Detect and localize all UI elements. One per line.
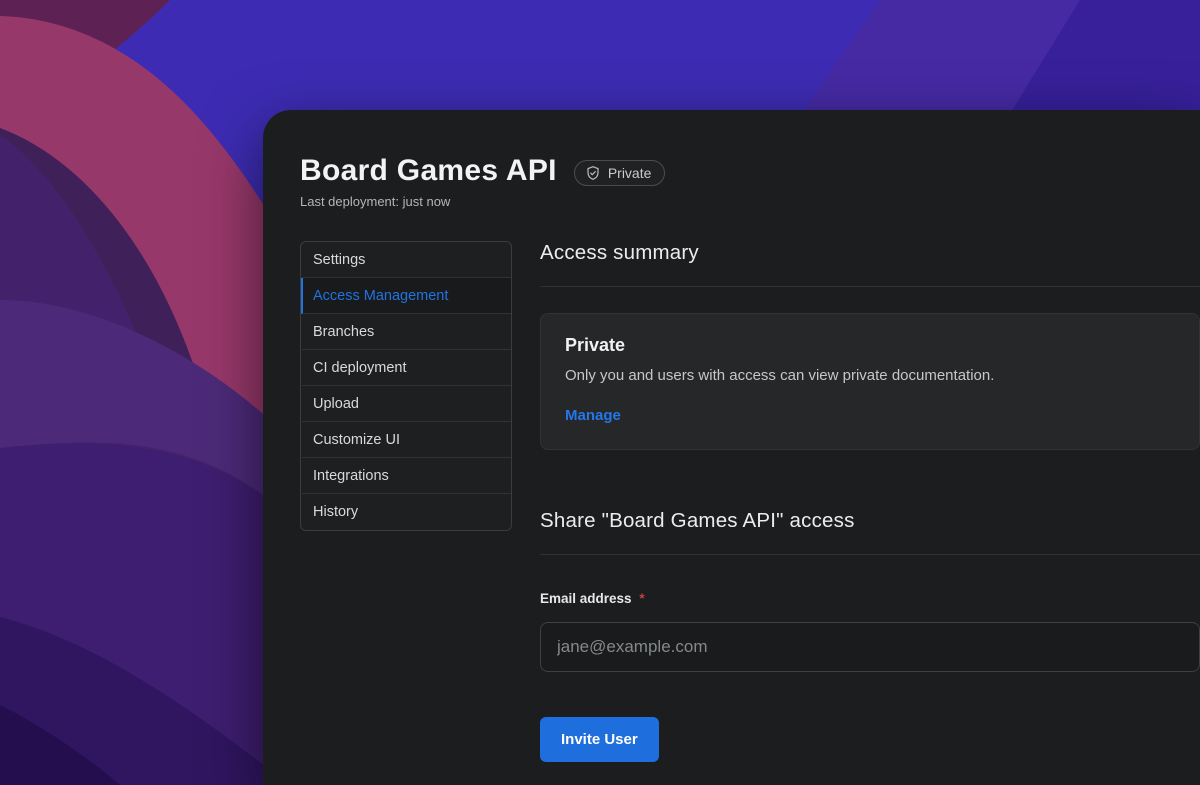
sidebar-item-branches[interactable]: Branches <box>301 314 511 350</box>
sidebar-item-settings[interactable]: Settings <box>301 242 511 278</box>
content-area: Settings Access Management Branches CI d… <box>300 241 1200 762</box>
email-label-row: Email address * <box>540 591 1200 606</box>
sidebar-item-access-management[interactable]: Access Management <box>301 278 511 314</box>
app-window: Board Games API Private Last deployment:… <box>263 110 1200 785</box>
sidebar-item-history[interactable]: History <box>301 494 511 530</box>
share-access-heading: Share "Board Games API" access <box>540 509 1200 533</box>
manage-link[interactable]: Manage <box>565 407 621 424</box>
settings-sidebar: Settings Access Management Branches CI d… <box>300 241 512 531</box>
sidebar-item-upload[interactable]: Upload <box>301 386 511 422</box>
email-field[interactable] <box>540 622 1200 672</box>
required-asterisk: * <box>639 591 644 606</box>
sidebar-item-ci-deployment[interactable]: CI deployment <box>301 350 511 386</box>
divider <box>540 286 1200 287</box>
invite-user-button[interactable]: Invite User <box>540 717 659 762</box>
last-deployment-text: Last deployment: just now <box>300 194 1200 209</box>
window-header: Board Games API Private <box>300 154 1200 188</box>
card-description: Only you and users with access can view … <box>565 367 1175 384</box>
badge-label: Private <box>608 165 652 181</box>
shield-check-icon <box>585 165 601 181</box>
main-panel: Access summary Private Only you and user… <box>540 241 1200 762</box>
sidebar-item-customize-ui[interactable]: Customize UI <box>301 422 511 458</box>
email-label: Email address <box>540 591 632 606</box>
card-title: Private <box>565 335 1175 356</box>
divider <box>540 554 1200 555</box>
sidebar-item-integrations[interactable]: Integrations <box>301 458 511 494</box>
private-access-card: Private Only you and users with access c… <box>540 313 1200 450</box>
access-summary-heading: Access summary <box>540 241 1200 265</box>
page-title: Board Games API <box>300 154 557 188</box>
visibility-badge: Private <box>574 160 666 186</box>
